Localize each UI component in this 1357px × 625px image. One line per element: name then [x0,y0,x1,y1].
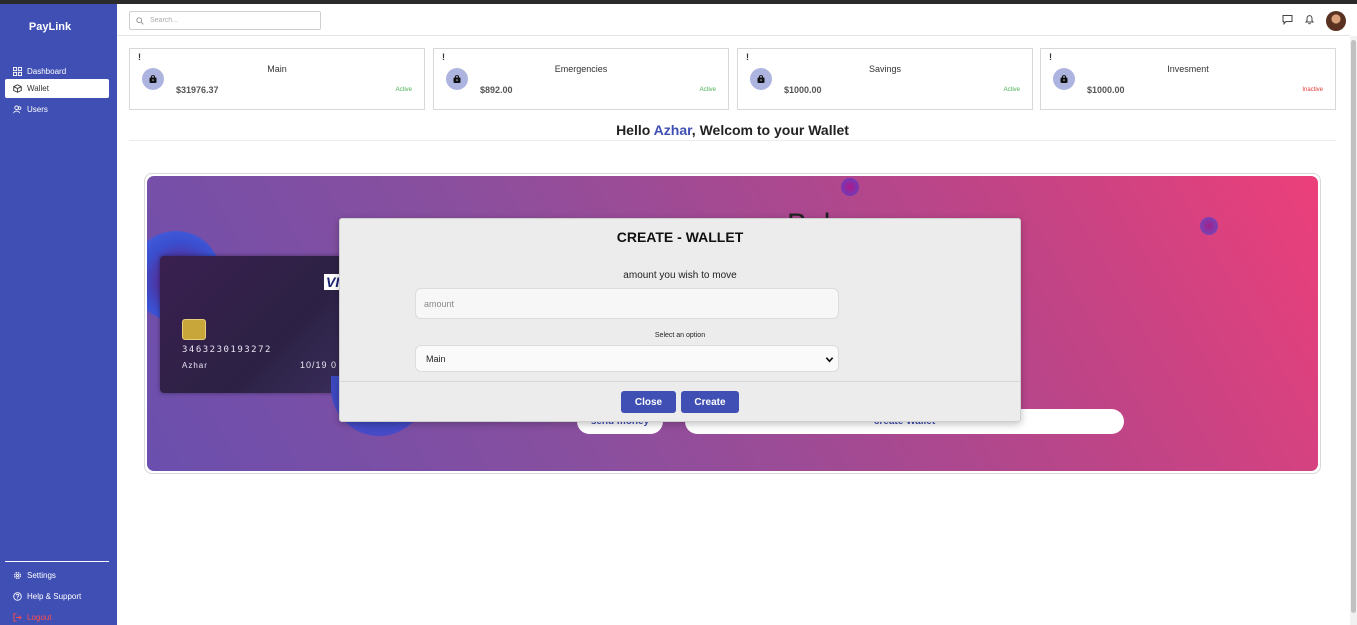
search-input[interactable] [150,17,300,24]
chip-icon [182,319,206,340]
gear-icon [13,571,22,580]
bag-icon [453,75,461,83]
sidebar: PayLink Dashboard Wallet Users Settings … [0,4,117,625]
avatar[interactable] [1326,11,1346,31]
sidebar-item-users[interactable]: Users [5,100,109,119]
decorative-circle [841,178,859,196]
bag-icon [149,75,157,83]
sidebar-item-label: Settings [27,571,56,580]
create-button[interactable]: Create [681,391,739,413]
credit-card: VISA 3463230193272 Azhar 10/19 0 [160,256,361,393]
modal-footer-divider [340,381,1020,382]
logout-icon [13,613,22,622]
wallet-status: Active [1003,87,1020,93]
amount-label: amount you wish to move [623,270,737,281]
greeting-username: Azhar [653,122,692,138]
wallet-card-emergencies[interactable]: ! Emergencies $892.00 Active [433,48,729,110]
wallet-name: Savings [868,64,902,74]
divider [129,140,1336,141]
select-label: Select an option [654,332,706,339]
wallet-name: Main [267,64,287,74]
brand-logo[interactable]: PayLink [0,21,100,33]
users-icon [13,105,22,114]
wallet-name: Emergencies [554,64,608,74]
wallet-amount: $1000.00 [784,85,822,95]
alert-badge: ! [746,52,749,62]
wallet-select[interactable]: Main [415,345,839,372]
wallet-amount: $31976.37 [176,85,219,95]
wallet-card-savings[interactable]: ! Savings $1000.00 Active [737,48,1033,110]
scrollbar-thumb[interactable] [1351,40,1356,613]
create-wallet-modal: CREATE - WALLET amount you wish to move … [339,218,1021,422]
bell-icon[interactable] [1304,14,1315,25]
wallet-card-invesment[interactable]: ! Invesment $1000.00 Inactive [1040,48,1336,110]
greeting-prefix: Hello [616,122,654,138]
select-value: Main [426,353,446,364]
amount-input[interactable] [415,288,839,319]
sidebar-divider [5,561,109,562]
sidebar-item-wallet[interactable]: Wallet [5,79,109,98]
modal-title: CREATE - WALLET [616,229,744,245]
card-number: 3463230193272 [182,345,272,355]
search-box[interactable] [129,11,321,30]
help-icon [13,592,22,601]
sidebar-item-label: Wallet [27,84,49,93]
page-scrollbar[interactable] [1350,36,1357,625]
sidebar-item-label: Dashboard [27,67,67,76]
dashboard-icon [13,67,22,76]
top-header [117,4,1350,36]
message-icon[interactable] [1282,14,1293,25]
alert-badge: ! [442,52,445,62]
wallet-status: Active [699,87,716,93]
wallet-icon [13,84,22,93]
search-icon [136,16,144,25]
alert-badge: ! [1049,52,1052,62]
sidebar-item-label: Logout [27,613,52,622]
sidebar-item-help[interactable]: Help & Support [5,587,109,606]
wallet-name: Invesment [1167,64,1209,74]
wallet-amount: $892.00 [480,85,513,95]
card-expiry: 10/19 0 [300,360,338,370]
wallet-status: Inactive [1302,87,1323,93]
sidebar-item-settings[interactable]: Settings [5,566,109,585]
decorative-circle [1200,217,1218,235]
wallet-status: Active [395,87,412,93]
sidebar-item-logout[interactable]: Logout [5,608,109,625]
bag-icon [757,75,765,83]
chevron-down-icon [825,357,834,363]
sidebar-item-label: Users [27,105,48,114]
card-holder: Azhar [182,361,208,370]
sidebar-item-label: Help & Support [27,592,82,601]
close-button[interactable]: Close [621,391,676,413]
bag-icon [1060,75,1068,83]
alert-badge: ! [138,52,141,62]
wallet-card-main[interactable]: ! Main $31976.37 Active [129,48,425,110]
greeting-suffix: , Welcom to your Wallet [691,122,849,138]
wallet-amount: $1000.00 [1087,85,1125,95]
page-title: Hello Azhar, Welcom to your Wallet [129,122,1336,138]
